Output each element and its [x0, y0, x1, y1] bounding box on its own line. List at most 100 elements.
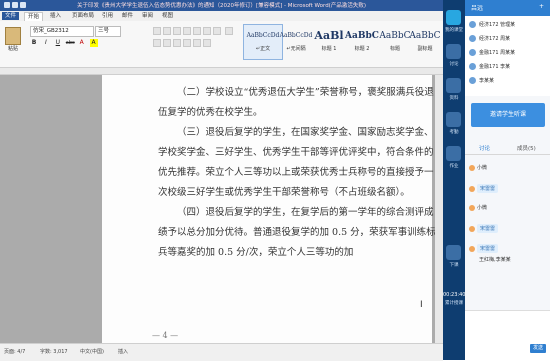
folder-icon[interactable]	[446, 78, 461, 93]
justify-icon[interactable]	[173, 39, 181, 47]
end-class-icon[interactable]	[446, 245, 461, 260]
word-window: 关于印发《贵州大学学生退伍入伍态势优惠办法》的通知（2020年修订）[兼容模式]…	[0, 0, 443, 361]
paragraph-2[interactable]: （二）学校设立“优秀退伍大学生”荣誉称号，褒奖服满兵役退伍复学的优秀在校学生。	[158, 83, 438, 123]
line-spacing-icon[interactable]	[183, 39, 191, 47]
clipboard-icon	[5, 27, 21, 45]
dock-label: 下课	[449, 263, 459, 268]
language-indicator[interactable]: 中文(中国)	[80, 348, 104, 355]
bullets-icon[interactable]	[153, 27, 161, 35]
horizontal-ruler[interactable]	[0, 68, 443, 75]
student-name: 金融171 周某某	[479, 50, 516, 56]
avatar	[469, 245, 475, 252]
paragraph-4[interactable]: （四）退役后复学的学生，在复学后的第一学年的综合测评成绩予以总分加分优待。普通退…	[158, 203, 438, 263]
avatar	[469, 49, 476, 56]
paste-button[interactable]: 粘贴	[3, 25, 23, 61]
student-name: 经济172 周某	[479, 36, 511, 42]
chat-input-area[interactable]: 发送	[465, 310, 550, 361]
format-buttons: B I U abc A A	[30, 39, 150, 48]
classroom-dock: 我的课堂 讨论 资料 考勤 作业 下课 00:23:40 累计授课	[443, 0, 465, 360]
message-sender: 小微	[477, 205, 488, 211]
document-canvas: （二）学校设立“优秀退伍大学生”荣誉称号，褒奖服满兵役退伍复学的优秀在校学生。 …	[0, 75, 443, 343]
add-button[interactable]: +	[539, 3, 544, 10]
window-title: 关于印发《贵州大学学生退伍入伍态势优惠办法》的通知（2020年修订）[兼容模式]…	[77, 3, 366, 9]
tab-mailings[interactable]: 邮件	[122, 12, 133, 20]
tab-page-layout[interactable]: 页面布局	[72, 12, 94, 20]
sort-icon[interactable]	[203, 27, 211, 35]
document-body[interactable]: （二）学校设立“优秀退伍大学生”荣誉称号，褒奖服满兵役退伍复学的优秀在校学生。 …	[158, 83, 438, 263]
student-name: 李某某	[479, 78, 495, 84]
word-count[interactable]: 字数: 3,017	[40, 348, 68, 355]
tab-references[interactable]: 引用	[102, 12, 113, 20]
discussion-icon[interactable]	[446, 44, 461, 59]
font-color-button[interactable]: A	[78, 39, 86, 47]
style-subtitle[interactable]: AaBbC 副标题	[408, 24, 442, 60]
shading-icon[interactable]	[193, 39, 201, 47]
align-right-icon[interactable]	[163, 39, 171, 47]
chat-message-text: 王红梅,李某某	[479, 257, 511, 263]
page-number: — 4 —	[152, 331, 179, 340]
dock-label: 考勤	[449, 130, 459, 135]
message-sender: 宋雷雷	[477, 224, 499, 233]
document-page[interactable]: （二）学校设立“优秀退伍大学生”荣誉称号，褒奖服满兵役退伍复学的优秀在校学生。 …	[102, 75, 436, 343]
avatar	[469, 185, 475, 192]
list-item[interactable]: 金融171 周某某	[469, 48, 547, 58]
chat-message: 小微	[469, 164, 547, 176]
list-item[interactable]: 经济172 周某	[469, 34, 547, 44]
panel-header: 吕远 +	[465, 0, 550, 16]
attendance-icon[interactable]	[446, 112, 461, 127]
list-item[interactable]: 金融171 李某	[469, 62, 547, 72]
dock-label: 作业	[449, 164, 459, 169]
avatar	[469, 164, 475, 171]
font-name-select[interactable]: 仿宋_GB2312	[30, 26, 94, 37]
homework-icon[interactable]	[446, 146, 461, 161]
borders-icon[interactable]	[203, 39, 211, 47]
avatar	[469, 63, 476, 70]
classroom-icon[interactable]	[446, 10, 461, 25]
tab-review[interactable]: 审阅	[142, 12, 153, 20]
tab-members[interactable]: 成员(5)	[517, 144, 536, 152]
avatar	[469, 77, 476, 84]
show-marks-icon[interactable]	[213, 27, 221, 35]
dock-label: 我的课堂	[445, 28, 463, 33]
highlight-button[interactable]: A	[89, 39, 98, 47]
paragraph-group	[152, 26, 237, 50]
multilevel-list-icon[interactable]	[173, 27, 181, 35]
ribbon: 粘贴 仿宋_GB2312 三号 B I U abc A A AaBbCcDd ↵…	[0, 21, 443, 68]
font-size-select[interactable]: 三号	[95, 26, 121, 37]
chat-message: 宋雷雷	[469, 224, 547, 236]
bold-button[interactable]: B	[30, 39, 38, 47]
panel-tabs: 讨论 成员(5)	[465, 140, 550, 155]
text-cursor-icon: I	[420, 300, 423, 310]
increase-indent-icon[interactable]	[193, 27, 201, 35]
align-left-icon[interactable]	[224, 27, 233, 35]
tab-file[interactable]: 文件	[2, 12, 20, 20]
invite-students-button[interactable]: 邀请学生听课	[471, 103, 545, 127]
decrease-indent-icon[interactable]	[183, 27, 191, 35]
send-button[interactable]: 发送	[530, 344, 546, 353]
classroom-panel: 吕远 + 经济172 管理某 经济172 周某 金融171 周某某 金融171 …	[465, 0, 550, 361]
list-item[interactable]: 经济172 管理某	[469, 20, 547, 30]
timer-label: 累计授课	[445, 301, 463, 306]
tab-view[interactable]: 视图	[162, 12, 173, 20]
message-sender: 宋雷雷	[477, 184, 499, 193]
underline-button[interactable]: U	[54, 39, 62, 47]
dock-label: 资料	[449, 96, 459, 101]
vertical-scrollbar[interactable]	[435, 75, 443, 343]
student-name: 经济172 管理某	[479, 22, 516, 28]
italic-button[interactable]: I	[42, 39, 50, 47]
list-item[interactable]: 李某某	[469, 76, 547, 86]
chat-messages: 小微 宋雷雷 小微 宋雷雷 宋雷雷 王红梅,李某某	[465, 156, 550, 306]
tab-discussion[interactable]: 讨论	[479, 144, 490, 152]
styles-gallery: AaBbCcDd ↵正文 AaBbCcDd ↵无间隔 AaBl 标题 1 AaB…	[243, 24, 441, 64]
tab-insert[interactable]: 插入	[50, 12, 61, 20]
insert-mode[interactable]: 插入	[118, 348, 128, 355]
title-bar: 关于印发《贵州大学学生退伍入伍态势优惠办法》的通知（2020年修订）[兼容模式]…	[0, 0, 443, 11]
numbering-icon[interactable]	[163, 27, 171, 35]
strikethrough-button[interactable]: abc	[66, 39, 75, 47]
avatar	[469, 225, 475, 232]
chat-message: 宋雷雷	[469, 184, 547, 196]
page-count[interactable]: 页面: 4/7	[4, 348, 25, 355]
paragraph-3[interactable]: （三）退役后复学的学生，在国家奖学金、国家励志奖学金、学校奖学金、三好学生、优秀…	[158, 123, 438, 203]
tab-home[interactable]: 开始	[24, 12, 44, 21]
align-center-icon[interactable]	[153, 39, 161, 47]
